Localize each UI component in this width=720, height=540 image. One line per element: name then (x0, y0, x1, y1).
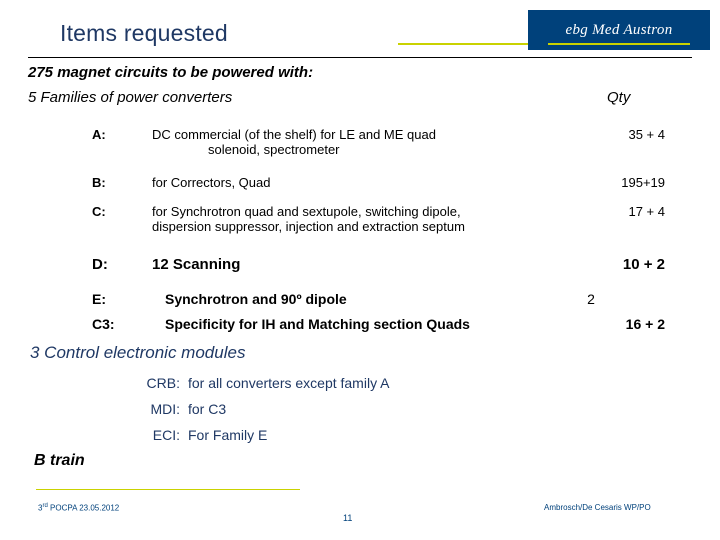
family-description-line2: solenoid, spectrometer (208, 142, 340, 157)
family-key: D: (92, 256, 108, 273)
family-qty: 195+19 (621, 175, 665, 190)
family-description-line1: DC commercial (of the shelf) for LE and … (152, 127, 436, 142)
family-qty: 16 + 2 (625, 316, 665, 332)
b-train-heading: B train (34, 452, 85, 469)
control-module-label: CRB: (146, 375, 180, 391)
title-accent-rule (398, 43, 528, 45)
lead-text: 275 magnet circuits to be powered with: (28, 64, 314, 81)
qty-column-header: Qty (607, 89, 631, 106)
control-module-label: MDI: (150, 401, 180, 417)
family-key: C: (92, 204, 106, 219)
slide-number: 11 (343, 513, 353, 523)
header-divider (28, 57, 692, 58)
logo-text: ebg Med Austron (565, 21, 673, 38)
control-module-value: For Family E (188, 427, 268, 443)
family-description-line1: for Correctors, Quad (152, 175, 271, 190)
control-module-value: for all converters except family A (188, 375, 390, 391)
family-description: for Synchrotron quad and sextupole, swit… (152, 204, 596, 234)
family-description-line1: 12 Scanning (152, 256, 241, 273)
footer-conference-info: 3rd POCPA 23.05.2012 (38, 503, 119, 513)
family-description-line1: Synchrotron and 90º dipole (165, 291, 347, 307)
family-description-line1: Specificity for IH and Matching section … (165, 316, 470, 332)
family-key: B: (92, 175, 106, 190)
family-key: A: (92, 127, 106, 142)
family-qty: 17 + 4 (628, 204, 665, 219)
family-qty: 10 + 2 (622, 256, 665, 273)
family-qty: 2 (587, 291, 595, 307)
control-modules-heading: 3 Control electronic modules (30, 343, 246, 362)
family-description-line1: for Synchrotron quad and sextupole, swit… (152, 204, 461, 219)
control-module-value: for C3 (188, 401, 227, 417)
family-description: DC commercial (of the shelf) for LE and … (152, 127, 572, 157)
page-title: Items requested (60, 20, 228, 46)
families-subhead: 5 Families of power converters (28, 89, 233, 106)
logo-accent-rule (548, 43, 690, 45)
footer-authors: Ambrosch/De Cesaris WP/PO (544, 503, 651, 512)
control-module-label: ECI: (152, 427, 180, 443)
family-row-a: A: DC commercial (of the shelf) for LE a… (0, 127, 720, 161)
family-qty: 35 + 4 (628, 127, 665, 142)
footer-accent-rule (36, 489, 300, 490)
family-key: E: (92, 291, 106, 307)
footer-conference-rest: POCPA 23.05.2012 (47, 503, 120, 513)
family-description-line2: dispersion suppressor, injection and ext… (152, 219, 465, 234)
family-key: C3: (92, 316, 115, 332)
